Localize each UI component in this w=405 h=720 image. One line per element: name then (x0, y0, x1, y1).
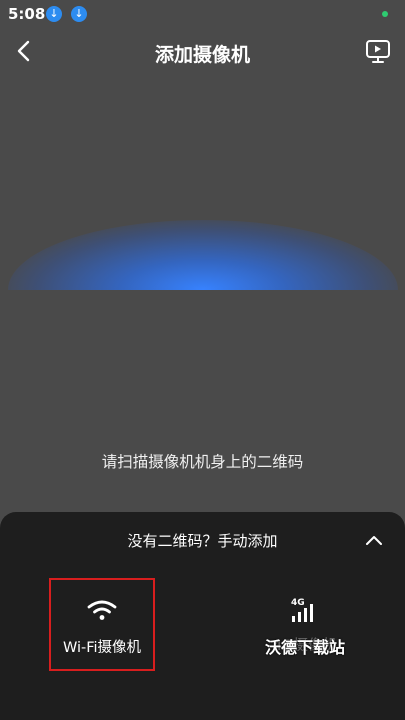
wifi-camera-label: Wi-Fi摄像机 (62, 640, 142, 656)
manual-add-toggle[interactable]: 没有二维码？手动添加 (0, 530, 405, 551)
status-time: 5:08 (8, 5, 46, 23)
monitor-play-icon (366, 40, 390, 63)
download-notification-icon: ↓ (71, 6, 87, 22)
download-notification-icon: ↓ (46, 6, 62, 22)
manual-add-sheet: 没有二维码？手动添加 Wi-Fi摄像机 4G 4G摄像机 沃德下载站 (0, 512, 405, 720)
collapse-button[interactable] (365, 532, 383, 546)
page-title: 添加摄像机 (154, 44, 250, 66)
cellular-4g-icon: 4G (291, 598, 313, 622)
wifi-camera-option[interactable]: Wi-Fi摄像机 (49, 578, 155, 671)
scan-glow (8, 220, 398, 290)
scan-hint-text: 请扫描摄像机机身上的二维码 (101, 453, 304, 471)
status-bar: 5:08 ↓ ↓ (0, 0, 405, 28)
playback-button[interactable] (365, 38, 391, 66)
svg-text:4G: 4G (291, 598, 305, 608)
nav-bar: 添加摄像机 (0, 28, 405, 78)
4g-camera-option[interactable]: 4G 4G摄像机 沃德下载站 (245, 578, 365, 671)
qr-scan-area[interactable]: 请扫描摄像机机身上的二维码 (0, 80, 405, 510)
status-dot-icon (382, 11, 388, 17)
chevron-up-icon (366, 536, 382, 545)
wifi-icon (87, 600, 117, 620)
watermark-text: 沃德下载站 (264, 638, 345, 657)
